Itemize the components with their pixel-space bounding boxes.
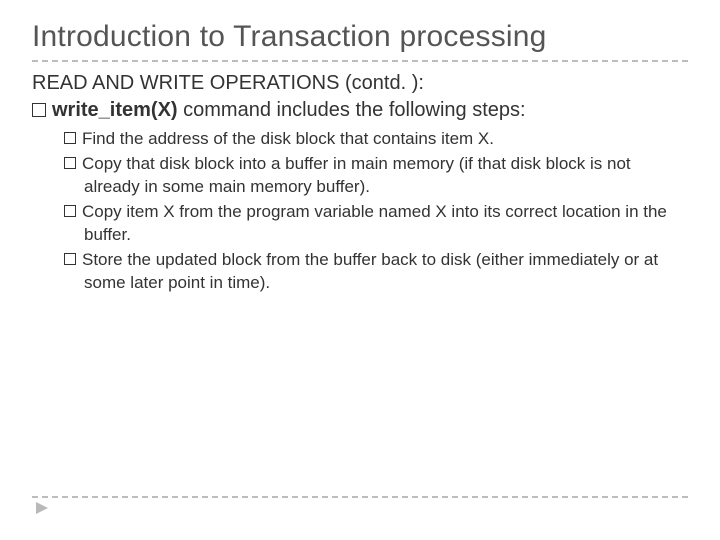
step-text: Store the updated block from the buffer … (82, 250, 658, 292)
bullet-box-icon (64, 205, 76, 217)
slide: Introduction to Transaction processing R… (0, 0, 720, 540)
list-item: Copy item X from the program variable na… (64, 201, 688, 247)
step-text: Copy item X from the program variable na… (82, 202, 667, 244)
bullet-box-icon (64, 132, 76, 144)
page-title: Introduction to Transaction processing (32, 20, 688, 54)
footer-divider (32, 496, 688, 498)
bullet-box-icon (32, 103, 46, 117)
lead-bold: write_item(X) (52, 99, 178, 121)
arrow-right-icon (36, 502, 688, 514)
title-divider (32, 60, 688, 62)
steps-list: Find the address of the disk block that … (64, 128, 688, 295)
step-text: Copy that disk block into a buffer in ma… (82, 154, 631, 196)
list-item: Store the updated block from the buffer … (64, 249, 688, 295)
bullet-box-icon (64, 253, 76, 265)
lead-line: write_item(X) command includes the follo… (32, 99, 688, 122)
list-item: Copy that disk block into a buffer in ma… (64, 153, 688, 199)
list-item: Find the address of the disk block that … (64, 128, 688, 151)
bullet-box-icon (64, 157, 76, 169)
footer (32, 496, 688, 514)
section-subhead: READ AND WRITE OPERATIONS (contd. ): (32, 72, 688, 95)
step-text: Find the address of the disk block that … (82, 129, 494, 148)
lead-rest: command includes the following steps: (178, 99, 526, 121)
